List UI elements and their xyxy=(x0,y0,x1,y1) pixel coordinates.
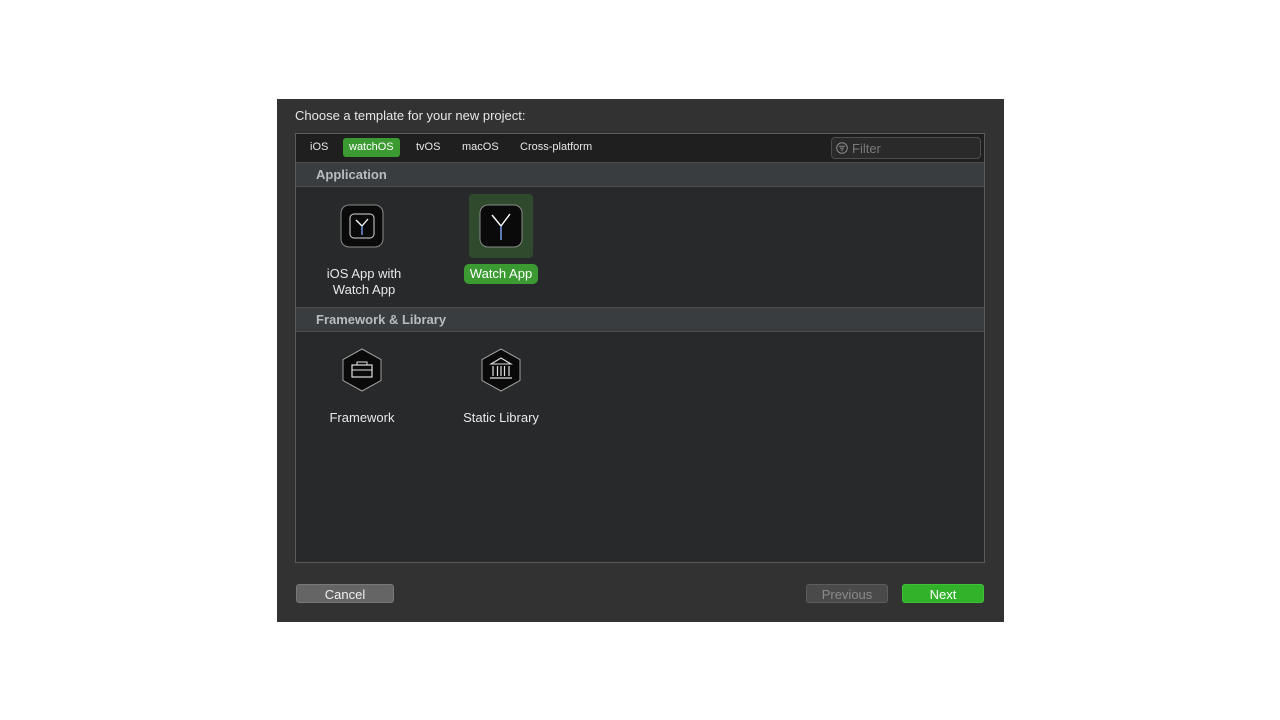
template-panel: iOS watchOS tvOS macOS Cross-platform Ap… xyxy=(295,133,985,563)
tab-ios[interactable]: iOS xyxy=(304,138,334,157)
template-static-library[interactable]: Static Library xyxy=(451,338,551,428)
cancel-button[interactable]: Cancel xyxy=(296,584,394,603)
template-label: iOS App with Watch App xyxy=(326,266,402,297)
tab-cross-platform[interactable]: Cross-platform xyxy=(514,138,598,157)
tab-watchos[interactable]: watchOS xyxy=(343,138,400,157)
watch-app-icon xyxy=(340,204,384,248)
template-label: Watch App xyxy=(463,264,539,284)
filter-field[interactable] xyxy=(831,137,981,159)
template-icon-wrap xyxy=(330,338,394,402)
filter-icon xyxy=(836,142,848,154)
section-title: Application xyxy=(316,167,387,182)
template-label: Static Library xyxy=(463,410,539,425)
framework-icon xyxy=(342,348,382,392)
section-header-application: Application xyxy=(296,162,984,187)
section-header-framework-library: Framework & Library xyxy=(296,307,984,332)
tab-macos[interactable]: macOS xyxy=(456,138,505,157)
dialog-title: Choose a template for your new project: xyxy=(295,108,526,123)
static-library-icon xyxy=(481,348,521,392)
platform-tab-bar: iOS watchOS tvOS macOS Cross-platform xyxy=(296,134,984,163)
filter-input[interactable] xyxy=(852,139,976,157)
template-framework[interactable]: Framework xyxy=(312,338,412,428)
template-label: Framework xyxy=(329,410,395,425)
template-icon-wrap xyxy=(330,194,394,258)
previous-button[interactable]: Previous xyxy=(806,584,888,603)
template-icon-wrap xyxy=(469,338,533,402)
section-title: Framework & Library xyxy=(316,312,447,327)
watch-app-icon xyxy=(479,204,523,248)
new-project-dialog: Choose a template for your new project: … xyxy=(277,99,1004,622)
template-icon-wrap xyxy=(469,194,533,258)
template-watch-app[interactable]: Watch App xyxy=(451,194,551,284)
tab-tvos[interactable]: tvOS xyxy=(410,138,446,157)
next-button[interactable]: Next xyxy=(902,584,984,603)
template-ios-app-with-watch-app[interactable]: iOS App with Watch App xyxy=(312,194,412,300)
